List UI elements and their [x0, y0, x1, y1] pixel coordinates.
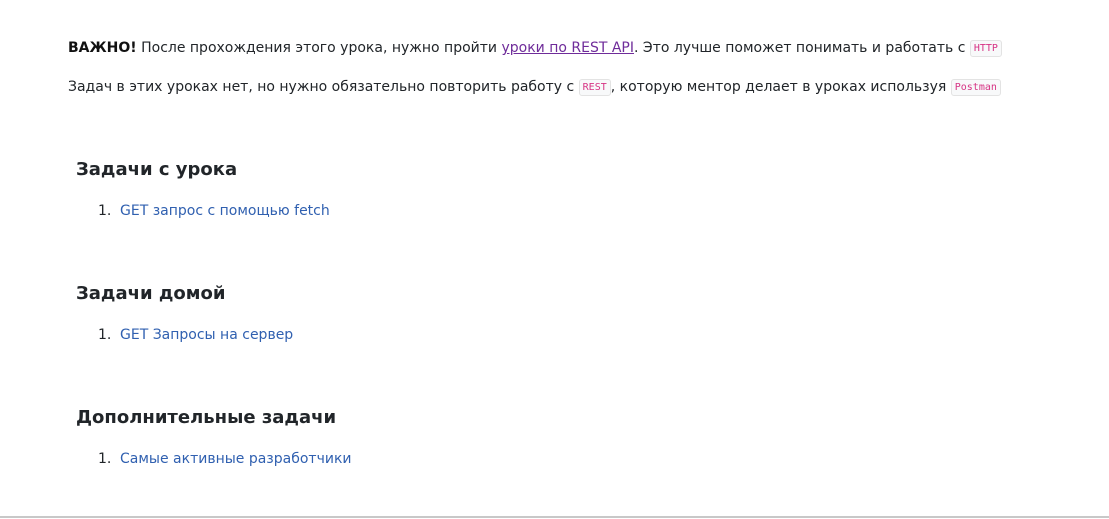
http-code-label: HTTP — [969, 40, 1002, 57]
list-item-number: 1. — [98, 451, 112, 467]
postman-code-label: Postman — [950, 79, 1001, 96]
list-item-number: 1. — [98, 203, 112, 219]
list-item-number: 1. — [98, 327, 112, 343]
list-item: 1. GET запрос с помощью fetch — [98, 201, 330, 221]
lesson-tasks-list: 1. GET запрос с помощью fetch — [98, 201, 330, 221]
important-note-text-continued: . Это лучше поможет понимать и работать … — [634, 40, 970, 56]
repeat-work-text: Задач в этих уроках нет, но нужно обязат… — [68, 79, 579, 95]
repeat-work-paragraph: Задач в этих уроках нет, но нужно обязат… — [68, 77, 1001, 99]
homework-tasks-list: 1. GET Запросы на сервер — [98, 325, 293, 345]
task-link-active-developers[interactable]: Самые активные разработчики — [120, 451, 352, 467]
repeat-work-text-middle: , которую ментор делает в уроках использ… — [610, 79, 951, 95]
task-link-get-server-requests[interactable]: GET Запросы на сервер — [120, 327, 293, 343]
extra-tasks-heading: Дополнительные задачи — [76, 407, 337, 428]
important-note-paragraph: ВАЖНО! После прохождения этого урока, ну… — [68, 38, 1002, 60]
rest-code-label: REST — [578, 79, 611, 96]
extra-tasks-list: 1. Самые активные разработчики — [98, 449, 352, 469]
lesson-tasks-heading: Задачи с урока — [76, 159, 238, 180]
bottom-divider — [0, 516, 1109, 518]
important-label: ВАЖНО! — [68, 40, 137, 56]
list-item: 1. GET Запросы на сервер — [98, 325, 293, 345]
important-note-text: После прохождения этого урока, нужно про… — [136, 40, 502, 56]
homework-tasks-heading: Задачи домой — [76, 283, 226, 304]
rest-api-lessons-link[interactable]: уроки по REST API — [501, 40, 634, 56]
task-link-get-fetch[interactable]: GET запрос с помощью fetch — [120, 203, 330, 219]
list-item: 1. Самые активные разработчики — [98, 449, 352, 469]
lesson-content: ВАЖНО! После прохождения этого урока, ну… — [0, 0, 1109, 519]
